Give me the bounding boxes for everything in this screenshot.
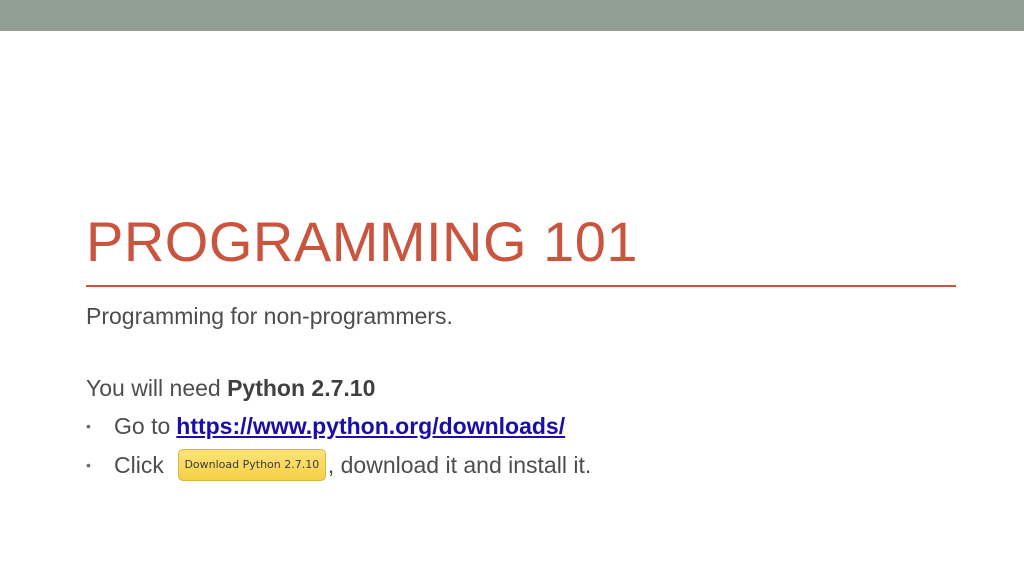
download-python-button[interactable]: Download Python 2.7.10	[177, 449, 326, 481]
requirement-version: Python 2.7.10	[227, 375, 376, 401]
slide-title: PROGRAMMING 101	[86, 210, 639, 273]
slide-subtitle: Programming for non-programmers.	[86, 303, 453, 329]
bullet-icon: •	[86, 418, 91, 434]
bullet-go-to-prefix: Go to	[114, 413, 171, 439]
bullet-click: • Click Download Python 2.7.10 , downloa…	[86, 449, 591, 481]
bullet-click-prefix: Click	[114, 452, 164, 478]
bullet-go-to: • Go to https://www.python.org/downloads…	[86, 412, 565, 440]
python-downloads-link[interactable]: https://www.python.org/downloads/	[176, 412, 565, 440]
bullet-click-suffix: , download it and install it.	[327, 452, 592, 478]
requirement-prefix: You will need	[86, 375, 228, 401]
title-divider	[86, 285, 956, 287]
bullet-icon: •	[86, 457, 91, 473]
top-accent-bar	[0, 0, 1024, 31]
requirement-line: You will need Python 2.7.10	[86, 374, 375, 402]
